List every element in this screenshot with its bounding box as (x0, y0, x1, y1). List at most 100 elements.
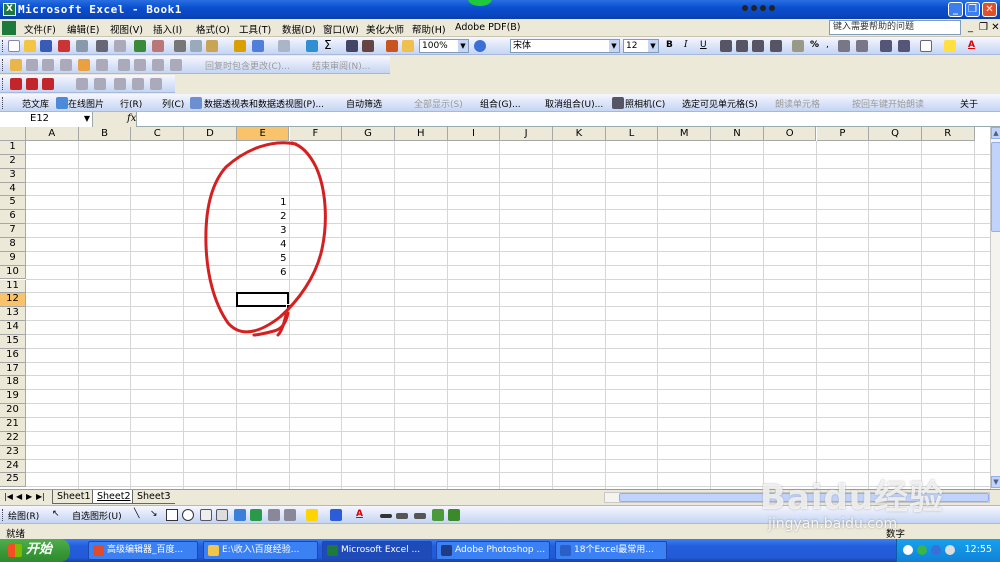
vertical-textbox-icon[interactable] (216, 509, 228, 521)
research-icon[interactable] (152, 40, 164, 52)
next-sheet-icon[interactable]: ▶ (26, 492, 32, 501)
online-picture-button[interactable]: 在线图片 (68, 97, 104, 110)
fill-color-icon[interactable] (944, 40, 956, 52)
task-browser[interactable]: 高级编辑器_百度... (88, 541, 198, 560)
cell-e8[interactable]: 4 (237, 238, 286, 252)
review-icon-1[interactable] (10, 59, 22, 71)
font-color-icon[interactable]: A (968, 40, 975, 50)
camera-button[interactable]: 照相机(C) (625, 97, 665, 110)
name-box[interactable]: E12 ▼ (0, 112, 93, 127)
drawing-icon[interactable] (402, 40, 414, 52)
print-icon[interactable] (96, 40, 108, 52)
row-header-24[interactable]: 24 (0, 459, 26, 474)
redo-icon[interactable] (278, 40, 290, 52)
toolbar-icon-d[interactable] (132, 78, 144, 90)
row-header-13[interactable]: 13 (0, 307, 26, 322)
cell-e10[interactable]: 6 (237, 266, 286, 280)
column-header-i[interactable]: I (447, 127, 501, 141)
task-document[interactable]: 18个Excel最常用... (555, 541, 667, 560)
row-header-12[interactable]: 12 (0, 293, 26, 308)
column-header-o[interactable]: O (763, 127, 817, 141)
permission-icon[interactable] (58, 40, 70, 52)
row-header-16[interactable]: 16 (0, 348, 26, 363)
minimize-button[interactable]: _ (948, 2, 963, 17)
speak-cells-button[interactable]: 朗读单元格 (775, 97, 820, 110)
pdf-review-icon[interactable] (42, 78, 54, 90)
sheet-tab-1[interactable]: Sheet1 (52, 490, 95, 504)
column-header-n[interactable]: N (711, 127, 764, 141)
row-header-9[interactable]: 9 (0, 251, 26, 266)
bold-button[interactable]: B (666, 40, 673, 50)
doc-close-button[interactable]: ✕ (989, 21, 1000, 34)
rectangle-icon[interactable] (166, 509, 178, 521)
clipart-icon[interactable] (268, 509, 280, 521)
menu-help[interactable]: 帮助(H) (412, 22, 446, 36)
autoshapes-button[interactable]: 自选图形(U) (72, 509, 122, 522)
draw-font-color-icon[interactable]: A (356, 509, 363, 519)
review-icon-8[interactable] (134, 59, 146, 71)
line-color-icon[interactable] (330, 509, 342, 521)
about-button[interactable]: 关于 (960, 97, 978, 110)
cell-e6[interactable]: 2 (237, 210, 286, 224)
row-header-10[interactable]: 10 (0, 265, 26, 280)
column-button[interactable]: 列(C) (162, 97, 184, 110)
3d-style-icon[interactable] (448, 509, 460, 521)
row-header-25[interactable]: 25 (0, 473, 26, 488)
column-header-l[interactable]: L (605, 127, 659, 141)
email-icon[interactable] (76, 40, 88, 52)
menu-adobe-pdf[interactable]: Adobe PDF(B) (455, 22, 521, 33)
pivot-table-button[interactable]: 数据透视表和数据透视图(P)... (204, 97, 324, 110)
menu-beautify[interactable]: 美化大师 (366, 22, 404, 36)
line-style-icon[interactable] (380, 514, 392, 518)
column-header-k[interactable]: K (553, 127, 606, 141)
scroll-down-icon[interactable]: ▼ (991, 476, 1000, 488)
vertical-scrollbar[interactable]: ▲ ▼ (990, 127, 1000, 489)
vertical-scroll-thumb[interactable] (991, 142, 1000, 232)
doc-minimize-button[interactable]: _ (964, 21, 977, 34)
task-photoshop[interactable]: Adobe Photoshop ... (436, 541, 550, 560)
tray-icon-2[interactable] (917, 545, 927, 555)
draw-fill-color-icon[interactable] (306, 509, 318, 521)
diagram-icon[interactable] (250, 509, 262, 521)
decrease-decimal-icon[interactable] (856, 40, 868, 52)
row-header-4[interactable]: 4 (0, 182, 26, 197)
row-header-17[interactable]: 17 (0, 362, 26, 377)
row-header-11[interactable]: 11 (0, 279, 26, 294)
toolbar-grip[interactable] (2, 97, 5, 109)
task-excel[interactable]: Microsoft Excel ... (322, 541, 432, 560)
column-header-p[interactable]: P (816, 127, 870, 141)
column-header-e[interactable]: E (236, 127, 290, 141)
row-header-21[interactable]: 21 (0, 418, 26, 432)
column-header-b[interactable]: B (78, 127, 132, 141)
fill-handle[interactable] (286, 304, 292, 310)
insert-function-icon[interactable]: fx (127, 113, 136, 124)
increase-indent-icon[interactable] (898, 40, 910, 52)
cut-icon[interactable] (174, 40, 186, 52)
row-header-15[interactable]: 15 (0, 334, 26, 349)
row-button[interactable]: 行(R) (120, 97, 142, 110)
close-button[interactable]: ✕ (982, 2, 997, 17)
help-icon[interactable] (474, 40, 486, 52)
review-icon-5[interactable] (78, 59, 90, 71)
help-search-input[interactable]: 键入需要帮助的问题 (829, 20, 961, 35)
row-header-8[interactable]: 8 (0, 237, 26, 252)
arrow-style-icon[interactable] (414, 513, 426, 519)
prev-sheet-icon[interactable]: ◀ (16, 492, 22, 501)
align-left-icon[interactable] (720, 40, 732, 52)
dash-style-icon[interactable] (396, 513, 408, 519)
menu-insert[interactable]: 插入(I) (153, 22, 182, 36)
toolbar-grip[interactable] (2, 59, 5, 71)
cell-e9[interactable]: 5 (237, 252, 286, 266)
menu-file[interactable]: 文件(F) (24, 22, 56, 36)
row-header-1[interactable]: 1 (0, 141, 26, 155)
excel-app-icon[interactable]: X (3, 3, 16, 16)
toolbar-icon-b[interactable] (94, 78, 106, 90)
font-size-select[interactable]: 12 ▼ (623, 39, 659, 53)
align-right-icon[interactable] (752, 40, 764, 52)
review-icon-9[interactable] (152, 59, 164, 71)
borders-icon[interactable] (920, 40, 932, 52)
show-all-button[interactable]: 全部显示(S) (414, 97, 463, 110)
line-icon[interactable]: ╲ (134, 509, 139, 519)
paste-icon[interactable] (206, 40, 218, 52)
column-header-a[interactable]: A (26, 127, 79, 141)
